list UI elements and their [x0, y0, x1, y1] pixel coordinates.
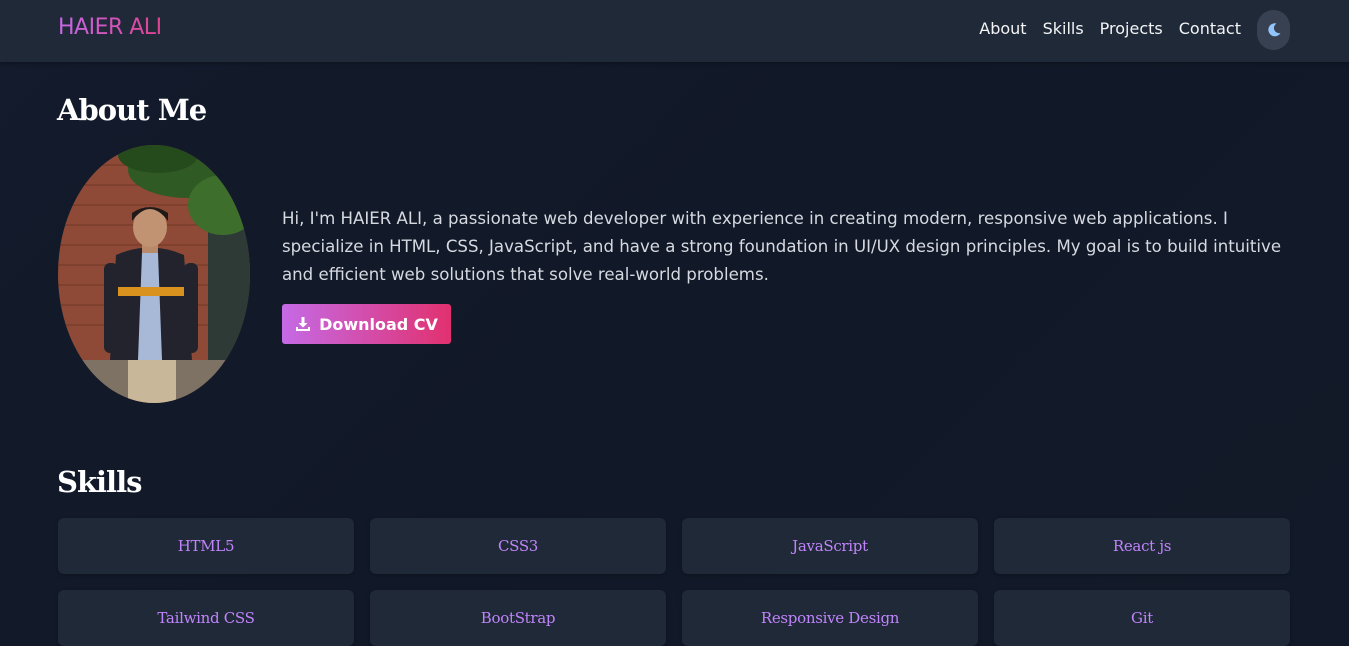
- skill-label: Tailwind CSS: [157, 609, 255, 627]
- skill-card-html5: HTML5: [58, 518, 354, 574]
- skill-card-react: React js: [994, 518, 1290, 574]
- profile-photo: [58, 145, 250, 403]
- nav-links: About Skills Projects Contact: [979, 19, 1241, 38]
- skill-card-responsive-design: Responsive Design: [682, 590, 978, 646]
- nav-link-about[interactable]: About: [979, 19, 1026, 38]
- skill-label: HTML5: [177, 537, 235, 555]
- skill-label: BootStrap: [480, 609, 556, 627]
- moon-icon: [1267, 23, 1280, 37]
- skill-card-javascript: JavaScript: [682, 518, 978, 574]
- theme-toggle-button[interactable]: [1257, 10, 1290, 50]
- nav-link-projects[interactable]: Projects: [1100, 19, 1163, 38]
- site-logo[interactable]: HAIER ALI: [58, 15, 162, 40]
- download-cv-label: Download CV: [319, 314, 438, 334]
- download-icon: [296, 317, 311, 331]
- nav-link-contact[interactable]: Contact: [1179, 19, 1241, 38]
- skill-card-git: Git: [994, 590, 1290, 646]
- skill-label: Git: [1131, 609, 1153, 627]
- skill-card-tailwind: Tailwind CSS: [58, 590, 354, 646]
- skills-title: Skills: [57, 465, 142, 499]
- skills-grid: HTML5 CSS3 JavaScript React js Tailwind …: [58, 518, 1290, 646]
- about-bio: Hi, I'm HAIER ALI, a passionate web deve…: [282, 209, 1282, 284]
- skill-label: React js: [1112, 537, 1172, 555]
- skill-label: CSS3: [497, 537, 539, 555]
- nav-link-skills[interactable]: Skills: [1043, 19, 1084, 38]
- download-cv-button[interactable]: Download CV: [282, 304, 451, 344]
- skill-card-css3: CSS3: [370, 518, 666, 574]
- about-title: About Me: [57, 93, 207, 127]
- skill-label: JavaScript: [792, 537, 868, 555]
- skill-label: Responsive Design: [760, 609, 900, 627]
- navbar: HAIER ALI About Skills Projects Contact: [0, 0, 1349, 62]
- skill-card-bootstrap: BootStrap: [370, 590, 666, 646]
